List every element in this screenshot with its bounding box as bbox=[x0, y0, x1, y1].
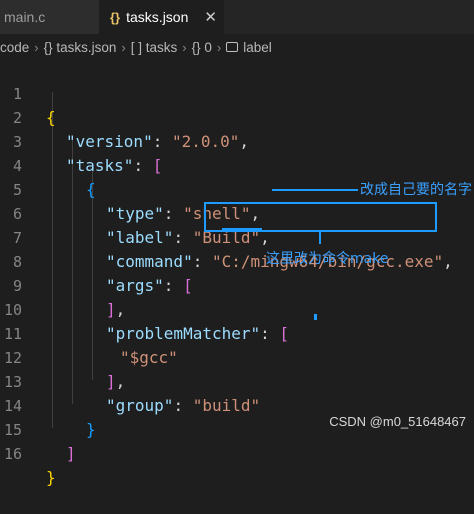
annotation-command-note: 这里改为命令make bbox=[266, 251, 389, 267]
breadcrumb-item-label[interactable]: label bbox=[243, 40, 272, 55]
chevron-right-icon: › bbox=[182, 39, 187, 55]
breadcrumb-item-folder[interactable]: code bbox=[0, 40, 29, 55]
code-line: 11 "$gcc" bbox=[0, 298, 474, 367]
selection-underline bbox=[222, 228, 262, 230]
editor-tab-bar: main.c {} tasks.json ✕ bbox=[0, 0, 474, 34]
annotation-arrow-line bbox=[272, 189, 358, 191]
json-braces-icon: {} bbox=[110, 9, 121, 25]
annotation-label-note: 改成自己要的名字 bbox=[360, 182, 472, 198]
tab-tasks-json[interactable]: {} tasks.json ✕ bbox=[100, 0, 224, 34]
code-line: 4 { bbox=[0, 130, 474, 199]
annotation-connector bbox=[319, 232, 321, 244]
chevron-right-icon: › bbox=[34, 39, 39, 55]
brace-token: } bbox=[46, 468, 56, 487]
code-line: 14 } bbox=[0, 370, 474, 439]
breadcrumb-item-index[interactable]: {} 0 bbox=[192, 40, 212, 55]
code-line: 1 { bbox=[0, 58, 474, 127]
code-line: 13 "group": "build" bbox=[0, 346, 474, 415]
tab-label: tasks.json bbox=[126, 9, 189, 25]
close-icon[interactable]: ✕ bbox=[204, 8, 217, 26]
chevron-right-icon: › bbox=[121, 39, 126, 55]
bracket-token: ] bbox=[66, 444, 76, 463]
code-line: 3 "tasks": [ bbox=[0, 106, 474, 175]
code-line: 12 ], bbox=[0, 322, 474, 391]
breadcrumb-item-file[interactable]: {} tasks.json bbox=[44, 40, 117, 55]
breadcrumb-item-tasks[interactable]: [ ] tasks bbox=[131, 40, 178, 55]
string-property-icon bbox=[226, 42, 239, 52]
code-line: 10 "problemMatcher": [ bbox=[0, 274, 474, 343]
tab-main-c[interactable]: main.c bbox=[0, 0, 100, 34]
code-line: 2 "version": "2.0.0", bbox=[0, 82, 474, 151]
code-editor[interactable]: 1 { 2 "version": "2.0.0", 3 "tasks": [ 4… bbox=[0, 58, 474, 487]
text-cursor-mark bbox=[314, 314, 317, 320]
code-line: 9 ], bbox=[0, 250, 474, 319]
code-line: 5 "type": "shell", bbox=[0, 154, 474, 223]
breadcrumb: code › {} tasks.json › [ ] tasks › {} 0 … bbox=[0, 34, 474, 60]
tab-label: main.c bbox=[4, 9, 46, 25]
chevron-right-icon: › bbox=[216, 39, 222, 55]
line-number: 16 bbox=[3, 445, 22, 463]
watermark: CSDN @m0_51648467 bbox=[329, 414, 466, 429]
